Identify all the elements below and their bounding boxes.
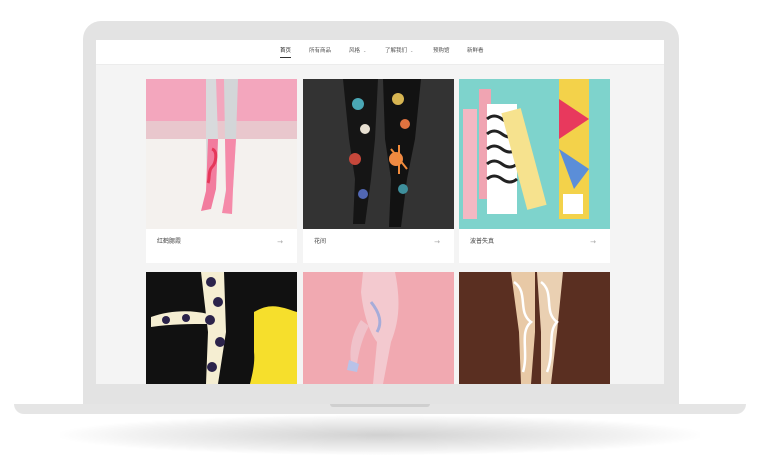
product-image-pop[interactable] [459, 79, 610, 229]
nav-item-style[interactable]: 风格 ⌄ [349, 47, 366, 55]
product-image-brown[interactable] [459, 272, 610, 384]
product-card[interactable] [303, 272, 454, 384]
laptop-shadow [60, 415, 700, 455]
product-title[interactable]: 花间 [314, 238, 326, 246]
product-image-dots[interactable] [146, 272, 297, 384]
product-card[interactable]: 花间 → [303, 79, 454, 263]
website-screen: 首页 所有商品 风格 ⌄ 了解我们 ⌄ 预购馆 新鲜看 红鹤腮霞 → 花间 → … [96, 40, 664, 384]
chevron-down-icon: ⌄ [410, 48, 414, 53]
product-card[interactable] [146, 272, 297, 384]
nav-item-style-label: 风格 [349, 48, 361, 54]
product-card[interactable] [459, 272, 610, 384]
nav-item-about[interactable]: 了解我们 ⌄ [385, 47, 413, 55]
arrow-right-icon[interactable]: → [434, 238, 440, 246]
chevron-down-icon: ⌄ [363, 48, 367, 53]
product-image-pink[interactable] [303, 272, 454, 384]
arrow-right-icon[interactable]: → [590, 238, 596, 246]
product-image-flamingo[interactable] [146, 79, 297, 229]
laptop-notch [330, 404, 430, 407]
top-navigation: 首页 所有商品 风格 ⌄ 了解我们 ⌄ 预购馆 新鲜看 [96, 40, 664, 65]
product-card[interactable]: 波普失真 → [459, 79, 610, 263]
arrow-right-icon[interactable]: → [277, 238, 283, 246]
nav-item-new[interactable]: 新鲜看 [467, 47, 484, 55]
product-image-floral[interactable] [303, 79, 454, 229]
product-title[interactable]: 红鹤腮霞 [157, 238, 181, 246]
product-card[interactable]: 红鹤腮霞 → [146, 79, 297, 263]
nav-item-about-label: 了解我们 [385, 48, 408, 54]
product-title[interactable]: 波普失真 [470, 238, 494, 246]
nav-item-all-products[interactable]: 所有商品 [309, 47, 331, 55]
nav-item-preorder[interactable]: 预购馆 [433, 47, 450, 55]
nav-item-home[interactable]: 首页 [280, 47, 292, 58]
